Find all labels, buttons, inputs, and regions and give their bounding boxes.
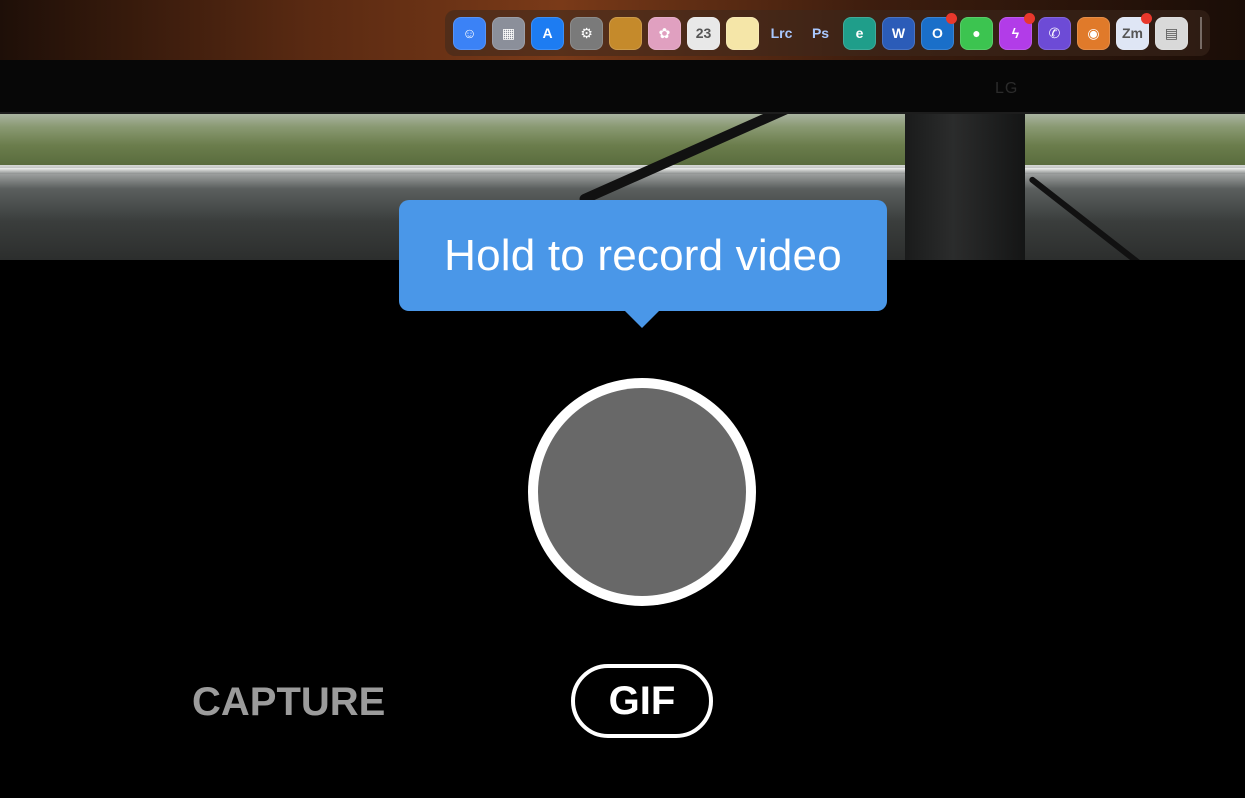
mode-capture-tab[interactable]: CAPTURE — [192, 680, 385, 725]
messages-icon: ● — [960, 16, 993, 50]
viewfinder-ledge — [0, 168, 1245, 174]
notification-badge — [946, 12, 957, 24]
shutter-button-inner — [538, 388, 746, 596]
lightroom-classic-icon: Lrc — [770, 25, 793, 41]
shutter-button[interactable] — [528, 378, 756, 606]
system-settings-icon: ⚙ — [570, 16, 603, 50]
outlook-icon: O — [921, 12, 957, 50]
dock-separator — [1200, 17, 1202, 49]
photos-icon: ✿ — [648, 16, 681, 50]
mode-gif-label: GIF — [608, 678, 676, 723]
record-hint-tooltip: Hold to record video — [399, 200, 887, 311]
photoshop-icon: Ps — [811, 25, 830, 41]
notification-badge — [1141, 12, 1152, 24]
viewfinder-monitor-stand — [905, 95, 1025, 260]
calendar-icon: 23 — [687, 16, 720, 50]
preview-icon: ▤ — [1155, 16, 1188, 50]
transmit-icon: ◉ — [1077, 16, 1110, 50]
edge-icon: e — [843, 16, 876, 50]
notes-icon — [726, 16, 759, 50]
word-icon: W — [882, 16, 915, 50]
finder-icon: ☺ — [453, 16, 486, 50]
viewfinder-landscape — [0, 108, 1245, 170]
zoom-icon: Zm — [1116, 12, 1152, 50]
viewfinder-dock: ☺ ▦ A ⚙ ✿ 23 Lrc Ps e W O ● ϟ ✆ ◉ Zm ▤ — [445, 10, 1210, 56]
tooltip-arrow — [624, 310, 660, 328]
notes-folder-icon — [609, 16, 642, 50]
mode-gif-tab[interactable]: GIF — [571, 664, 713, 738]
viber-icon: ✆ — [1038, 16, 1071, 50]
app-store-icon: A — [531, 16, 564, 50]
monitor-logo: LG — [995, 80, 1019, 97]
launchpad-icon: ▦ — [492, 16, 525, 50]
camera-screen: LG ☺ ▦ A ⚙ ✿ 23 Lrc Ps e W O ● ϟ ✆ ◉ Zm ▤ Hold to record… — [0, 0, 1245, 798]
tooltip-text: Hold to record video — [444, 230, 842, 280]
notification-badge — [1024, 12, 1035, 24]
messenger-icon: ϟ — [999, 12, 1035, 50]
